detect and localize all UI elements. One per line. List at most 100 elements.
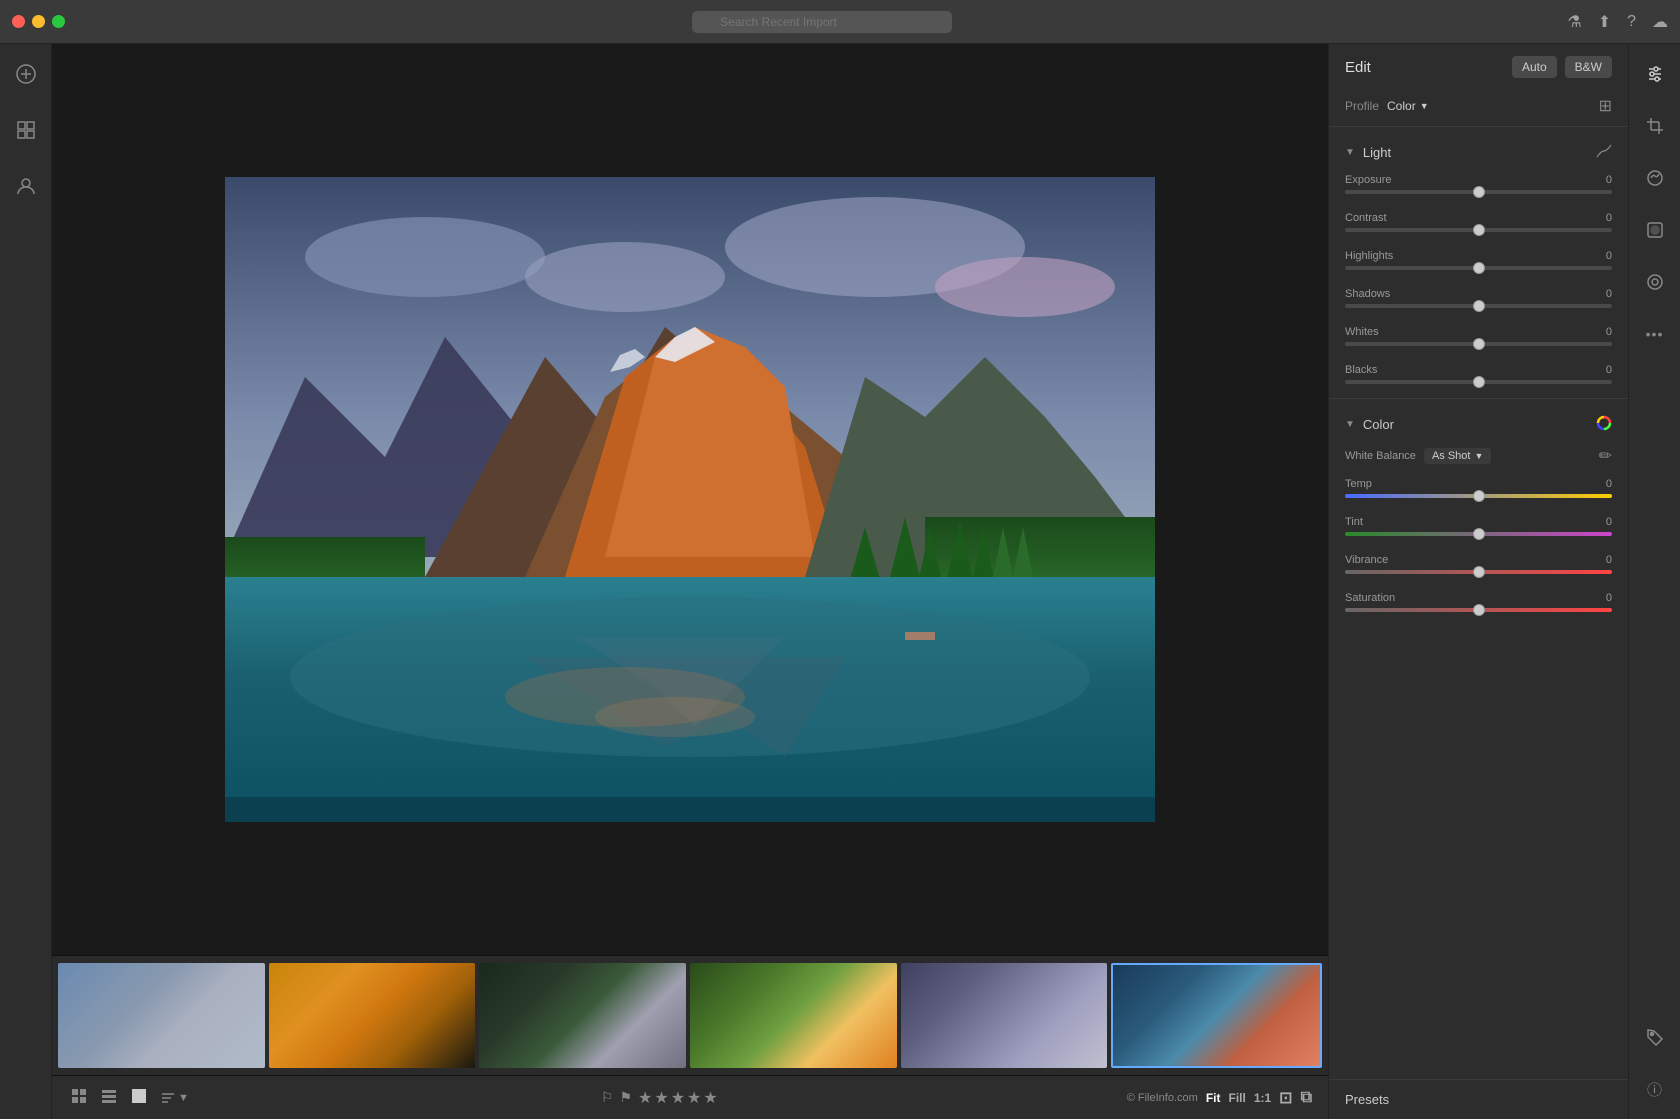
shadows-thumb[interactable] — [1473, 300, 1485, 312]
blacks-thumb[interactable] — [1473, 376, 1485, 388]
reject-flag-button[interactable]: ⚐ — [601, 1089, 614, 1106]
mask-icon[interactable] — [1637, 212, 1673, 248]
filmstrip-scroll — [58, 962, 1322, 1069]
white-balance-row: White Balance As Shot ▼ ✏ — [1329, 442, 1628, 474]
cloud-icon[interactable]: ☁ — [1652, 12, 1668, 32]
wb-label: White Balance — [1345, 450, 1416, 462]
fit-button[interactable]: Fit — [1206, 1091, 1221, 1105]
saturation-thumb[interactable] — [1473, 604, 1485, 616]
profile-row: Profile Color ▼ ⊞ — [1329, 90, 1628, 126]
sidebar-add-icon[interactable] — [8, 56, 44, 92]
ratio-button[interactable]: 1:1 — [1254, 1091, 1271, 1105]
thumbnail-3[interactable] — [479, 963, 686, 1068]
highlights-thumb[interactable] — [1473, 262, 1485, 274]
star-2[interactable]: ★ — [654, 1088, 668, 1108]
center-area: ▼ ⚐ ⚑ ★ ★ ★ ★ ★ © FileInfo.com Fit Fill — [52, 44, 1328, 1119]
color-wheel-icon[interactable] — [1596, 415, 1612, 434]
profile-value-dropdown[interactable]: Color ▼ — [1387, 99, 1429, 113]
shadows-label-row: Shadows 0 — [1345, 288, 1612, 300]
search-input[interactable] — [692, 11, 952, 33]
tint-label: Tint — [1345, 516, 1363, 528]
fill-button[interactable]: Fill — [1228, 1091, 1245, 1105]
edit-sliders-icon[interactable] — [1637, 56, 1673, 92]
list-view-button[interactable] — [98, 1085, 120, 1110]
profile-grid-icon[interactable]: ⊞ — [1599, 96, 1612, 116]
close-button[interactable] — [12, 15, 25, 28]
whites-thumb[interactable] — [1473, 338, 1485, 350]
light-section-header-left: ▼ Light — [1345, 145, 1391, 160]
vibrance-track[interactable] — [1345, 570, 1612, 574]
wb-eyedropper-icon[interactable]: ✏ — [1599, 446, 1612, 466]
temp-thumb[interactable] — [1473, 490, 1485, 502]
star-3[interactable]: ★ — [671, 1088, 685, 1108]
presets-button[interactable]: Presets — [1329, 1079, 1628, 1119]
pick-flag-button[interactable]: ⚑ — [619, 1089, 632, 1106]
right-panel: Edit Auto B&W Profile Color ▼ ⊞ ▼ Light — [1328, 44, 1628, 1119]
radial-icon[interactable] — [1637, 264, 1673, 300]
info-icon[interactable]: ⓘ — [1637, 1071, 1673, 1107]
wb-value-text: As Shot — [1432, 450, 1471, 462]
titlebar-actions: ⚗ ⬆ ? ☁ — [1567, 12, 1668, 32]
sidebar-library-icon[interactable] — [8, 112, 44, 148]
saturation-track[interactable] — [1345, 608, 1612, 612]
contrast-thumb[interactable] — [1473, 224, 1485, 236]
exposure-label-row: Exposure 0 — [1345, 174, 1612, 186]
detail-view-button[interactable] — [128, 1085, 150, 1110]
more-icon[interactable]: ••• — [1637, 316, 1673, 352]
heal-icon[interactable] — [1637, 160, 1673, 196]
vibrance-thumb[interactable] — [1473, 566, 1485, 578]
light-curve-icon[interactable] — [1596, 143, 1612, 162]
highlights-slider-row: Highlights 0 — [1329, 246, 1628, 284]
titlebar-search-area: 🔍 — [77, 11, 1567, 33]
exposure-track[interactable] — [1345, 190, 1612, 194]
whites-track[interactable] — [1345, 342, 1612, 346]
crop-icon[interactable] — [1637, 108, 1673, 144]
star-1[interactable]: ★ — [638, 1088, 652, 1108]
whites-slider-row: Whites 0 — [1329, 322, 1628, 360]
saturation-label: Saturation — [1345, 592, 1395, 604]
profile-chevron-icon: ▼ — [1420, 101, 1429, 111]
maximize-button[interactable] — [52, 15, 65, 28]
thumbnail-1[interactable] — [58, 963, 265, 1068]
filter-icon[interactable]: ⚗ — [1567, 12, 1581, 32]
bw-button[interactable]: B&W — [1565, 56, 1612, 78]
contrast-track[interactable] — [1345, 228, 1612, 232]
panel-header-buttons: Auto B&W — [1512, 56, 1612, 78]
light-section-header[interactable]: ▼ Light — [1329, 135, 1628, 170]
contrast-value: 0 — [1606, 212, 1612, 224]
thumbnail-2[interactable] — [269, 963, 476, 1068]
wb-dropdown[interactable]: As Shot ▼ — [1424, 448, 1491, 464]
profile-label: Profile — [1345, 99, 1379, 113]
minimize-button[interactable] — [32, 15, 45, 28]
auto-button[interactable]: Auto — [1512, 56, 1557, 78]
share-icon[interactable]: ⬆ — [1598, 12, 1611, 32]
star-rating[interactable]: ★ ★ ★ ★ ★ — [638, 1088, 718, 1108]
thumbnail-5[interactable] — [901, 963, 1108, 1068]
vibrance-label-row: Vibrance 0 — [1345, 554, 1612, 566]
highlights-track[interactable] — [1345, 266, 1612, 270]
tint-track[interactable] — [1345, 532, 1612, 536]
sort-button[interactable]: ▼ — [158, 1088, 192, 1108]
star-4[interactable]: ★ — [687, 1088, 701, 1108]
tag-icon[interactable] — [1637, 1019, 1673, 1055]
star-5[interactable]: ★ — [703, 1088, 717, 1108]
thumbnail-6-active[interactable] — [1111, 963, 1322, 1068]
tint-thumb[interactable] — [1473, 528, 1485, 540]
vibrance-value: 0 — [1606, 554, 1612, 566]
contrast-label-row: Contrast 0 — [1345, 212, 1612, 224]
survey-button[interactable]: ⧉ — [1301, 1089, 1312, 1107]
thumbnail-4[interactable] — [690, 963, 897, 1068]
temp-track[interactable] — [1345, 494, 1612, 498]
grid-view-button[interactable] — [68, 1085, 90, 1110]
wb-chevron-icon: ▼ — [1474, 451, 1483, 461]
whites-value: 0 — [1606, 326, 1612, 338]
exposure-thumb[interactable] — [1473, 186, 1485, 198]
temp-slider-row: Temp 0 — [1329, 474, 1628, 512]
help-icon[interactable]: ? — [1627, 13, 1636, 31]
color-section-header[interactable]: ▼ Color — [1329, 407, 1628, 442]
shadows-track[interactable] — [1345, 304, 1612, 308]
sidebar-people-icon[interactable] — [8, 168, 44, 204]
blacks-track[interactable] — [1345, 380, 1612, 384]
image-container[interactable] — [52, 44, 1328, 955]
compare-button[interactable]: ⊡ — [1279, 1088, 1292, 1108]
